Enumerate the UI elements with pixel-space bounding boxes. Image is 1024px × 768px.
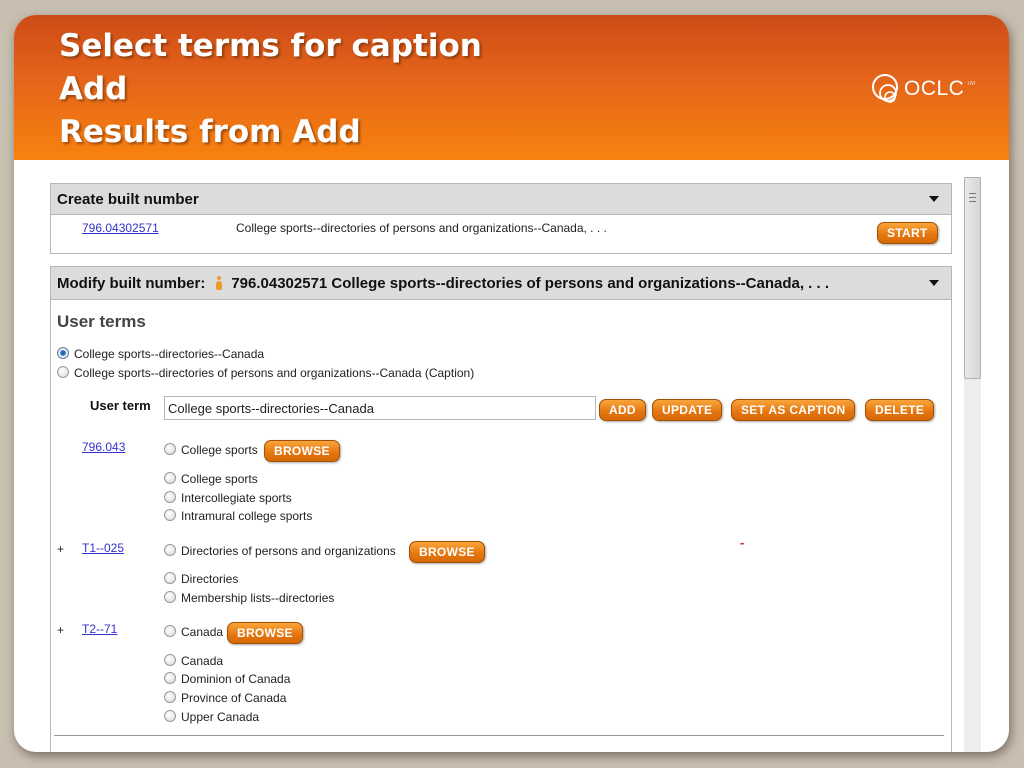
browse-button[interactable]: BROWSE	[264, 440, 340, 462]
component-heading-label: Canada	[181, 625, 224, 639]
vertical-scrollbar[interactable]	[964, 177, 981, 752]
built-number-link[interactable]: 796.04302571	[82, 221, 159, 235]
radio-unselected[interactable]	[164, 710, 176, 722]
radio-unselected[interactable]	[164, 491, 176, 503]
title-line-3: Results from Add	[59, 114, 361, 150]
component-term-option[interactable]: College sports	[164, 472, 258, 486]
scrollbar-thumb[interactable]	[964, 177, 981, 379]
radio-unselected[interactable]	[164, 572, 176, 584]
user-term-option-label: College sports--directories of persons a…	[74, 366, 475, 380]
component-term-label: Intramural college sports	[181, 509, 313, 523]
modify-panel-value: 796.04302571 College sports--directories…	[231, 274, 830, 292]
modify-panel-header[interactable]: Modify built number: 796.04302571 Colleg…	[51, 267, 951, 300]
component-term-label: College sports	[181, 472, 258, 486]
component-heading-option[interactable]: Canada	[164, 625, 223, 639]
user-terms-heading: User terms	[57, 312, 146, 331]
radio-unselected[interactable]	[164, 509, 176, 521]
divider	[54, 735, 944, 736]
oclc-logo-text: OCLC	[904, 77, 965, 100]
user-term-option-label: College sports--directories--Canada	[74, 347, 265, 361]
user-term-option[interactable]: College sports--directories of persons a…	[57, 366, 474, 380]
title-line-2: Add	[59, 71, 128, 107]
slide: Select terms for caption Add Results fro…	[14, 15, 1009, 752]
component-term-option[interactable]: Intramural college sports	[164, 509, 312, 523]
app-content: Create built number 796.04302571 College…	[14, 160, 1009, 752]
user-term-label: User term	[90, 398, 151, 413]
slide-title: Select terms for caption Add Results fro…	[59, 25, 482, 154]
radio-unselected[interactable]	[164, 625, 176, 637]
collapse-caret-icon[interactable]	[929, 196, 939, 202]
radio-unselected[interactable]	[164, 544, 176, 556]
component-number-link[interactable]: T2--71	[82, 622, 117, 636]
expand-toggle[interactable]: +	[57, 623, 64, 637]
component-term-label: Canada	[181, 654, 224, 668]
modify-panel-label: Modify built number:	[57, 274, 206, 292]
create-panel-header[interactable]: Create built number	[51, 184, 951, 215]
title-line-1: Select terms for caption	[59, 28, 482, 64]
component-term-option[interactable]: Canada	[164, 654, 223, 668]
radio-selected[interactable]	[57, 347, 69, 359]
component-term-label: Directories	[181, 572, 239, 586]
oclc-logo-icon	[872, 74, 898, 103]
built-number-description: College sports--directories of persons a…	[236, 221, 607, 235]
expand-toggle[interactable]: +	[57, 542, 64, 556]
user-term-option[interactable]: College sports--directories--Canada	[57, 347, 264, 361]
component-term-option[interactable]: Membership lists--directories	[164, 591, 334, 605]
component-term-option[interactable]: Dominion of Canada	[164, 672, 290, 686]
component-heading-option[interactable]: College sports	[164, 443, 258, 457]
browse-button[interactable]: BROWSE	[409, 541, 485, 563]
component-term-label: Membership lists--directories	[181, 591, 335, 605]
red-dash-marker: -	[740, 535, 745, 550]
oclc-logo: OCLC TM	[871, 73, 975, 105]
update-button[interactable]: UPDATE	[652, 399, 723, 421]
component-term-label: Intercollegiate sports	[181, 491, 292, 505]
component-heading-label: College sports	[181, 443, 258, 457]
component-term-option[interactable]: Intercollegiate sports	[164, 491, 292, 505]
radio-unselected[interactable]	[164, 672, 176, 684]
component-number-link[interactable]: T1--025	[82, 541, 124, 555]
radio-unselected[interactable]	[164, 472, 176, 484]
collapse-caret-icon[interactable]	[929, 280, 939, 286]
radio-unselected[interactable]	[164, 443, 176, 455]
add-button[interactable]: ADD	[599, 399, 646, 421]
user-term-input[interactable]	[164, 396, 596, 420]
component-term-label: Dominion of Canada	[181, 672, 291, 686]
title-banner: Select terms for caption Add Results fro…	[14, 15, 1009, 160]
radio-unselected[interactable]	[57, 366, 69, 378]
start-button[interactable]: START	[877, 222, 938, 244]
radio-unselected[interactable]	[164, 691, 176, 703]
scroll-grip-icon	[969, 193, 976, 202]
component-term-option[interactable]: Upper Canada	[164, 710, 259, 724]
component-heading-label: Directories of persons and organizations	[181, 544, 396, 558]
component-term-option[interactable]: Directories	[164, 572, 238, 586]
component-number-link[interactable]: 796.043	[82, 440, 125, 454]
modify-built-number-panel: Modify built number: 796.04302571 Colleg…	[50, 266, 952, 752]
component-term-label: Province of Canada	[181, 691, 287, 705]
browse-button[interactable]: BROWSE	[227, 622, 303, 644]
component-heading-option[interactable]: Directories of persons and organizations	[164, 544, 396, 558]
create-panel-title: Create built number	[57, 190, 199, 208]
create-built-number-panel: Create built number 796.04302571 College…	[50, 183, 952, 254]
trademark: TM	[966, 81, 976, 87]
component-term-label: Upper Canada	[181, 710, 260, 724]
radio-unselected[interactable]	[164, 654, 176, 666]
person-icon	[216, 276, 223, 290]
delete-button[interactable]: DELETE	[865, 399, 935, 421]
set-as-caption-button[interactable]: SET AS CAPTION	[731, 399, 856, 421]
component-term-option[interactable]: Province of Canada	[164, 691, 286, 705]
radio-unselected[interactable]	[164, 591, 176, 603]
